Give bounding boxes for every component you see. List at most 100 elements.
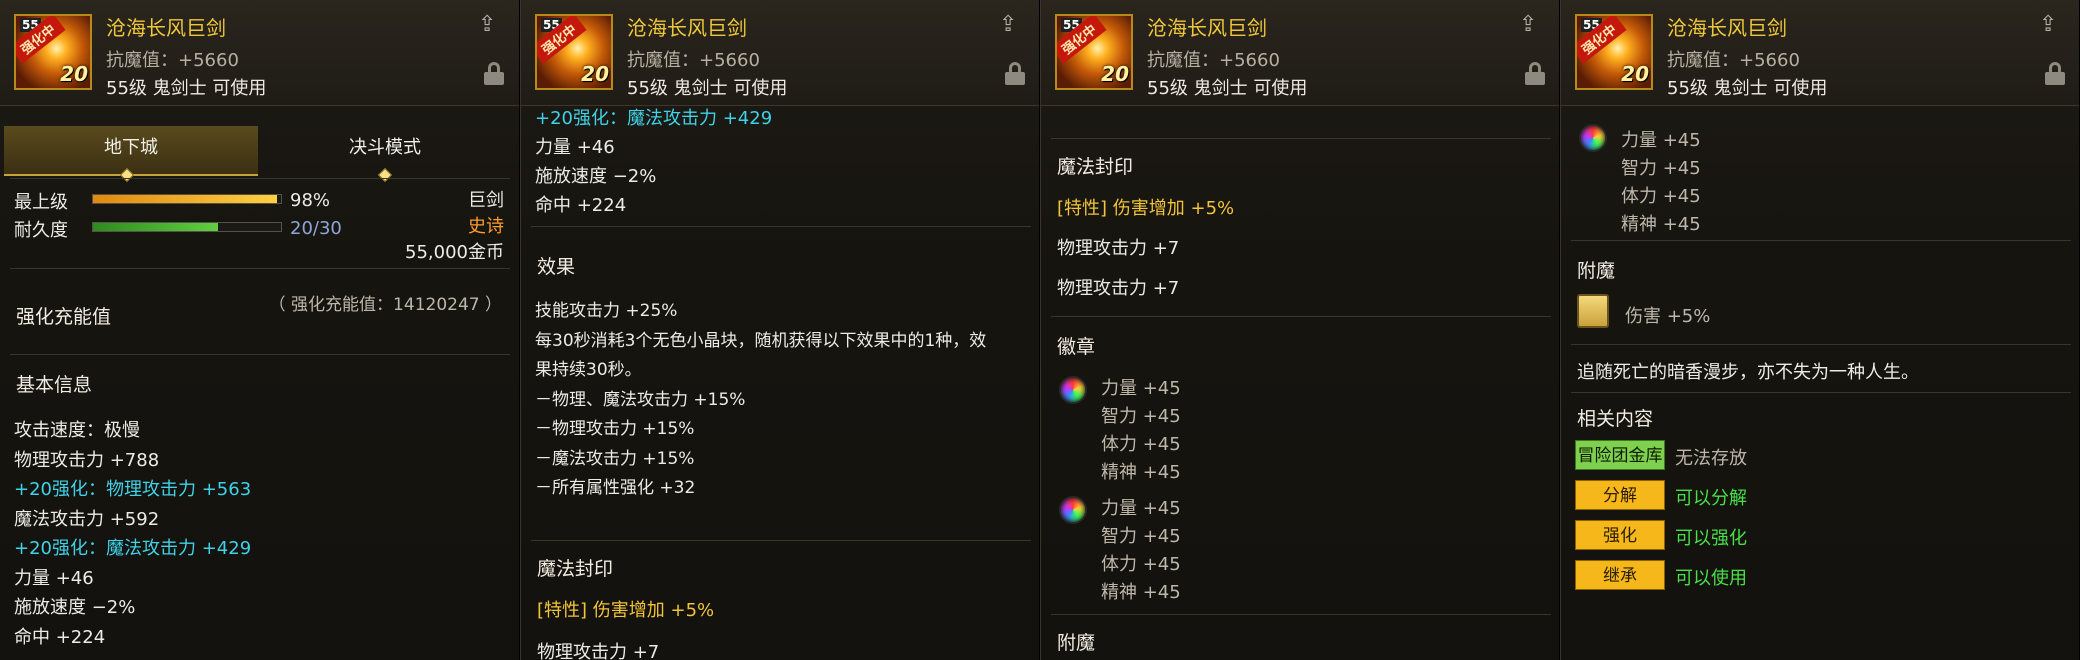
emblem-stat: 体力 +45 (1621, 186, 1701, 207)
item-icon: 55 强化中 20 (14, 14, 92, 90)
item-icon: 55 强化中 20 (535, 14, 613, 90)
emblem-stat: 智力 +45 (1101, 406, 1181, 427)
item-resist: 抗魔值：+5660 (627, 50, 760, 71)
grade-bar (92, 194, 282, 204)
enchant-header: 附魔 (1577, 260, 1616, 282)
effect-line: 技能攻击力 +25% (535, 301, 678, 321)
related-status: 可以强化 (1675, 528, 1747, 549)
emblem-stat: 精神 +45 (1101, 462, 1181, 483)
seal-line: [特性] 伤害增加 +5% (1057, 198, 1235, 219)
related-button[interactable]: 分解 (1575, 480, 1665, 510)
item-icon: 55 强化中 20 (1575, 14, 1653, 90)
emblem-stat: 智力 +45 (1101, 526, 1181, 547)
lock-icon[interactable] (1005, 62, 1025, 85)
tooltip-panel-3: 55 强化中 20 沧海长风巨剑 抗魔值：+5660 55级 鬼剑士 可使用 ⇪… (1040, 0, 1560, 660)
stat-line: 命中 +224 (535, 195, 627, 216)
item-name: 沧海长风巨剑 (627, 16, 747, 40)
stat-line: 力量 +46 (14, 567, 94, 589)
durability-value: 20/30 (290, 218, 342, 239)
emblem-stat: 智力 +45 (1621, 158, 1701, 179)
grade-value: 98% (290, 190, 331, 211)
share-icon[interactable]: ⇪ (1519, 14, 1547, 36)
tooltip-panel-2: 55 强化中 20 沧海长风巨剑 抗魔值：+5660 55级 鬼剑士 可使用 ⇪… (520, 0, 1040, 660)
item-rarity: 史诗 (468, 216, 504, 237)
effect-line: －所有属性强化 +32 (535, 478, 696, 498)
item-icon-plus: 20 (60, 62, 88, 86)
stat-line: 命中 +224 (14, 626, 106, 648)
emblem-stat: 精神 +45 (1621, 214, 1701, 235)
item-name: 沧海长风巨剑 (1147, 16, 1267, 40)
durability-label: 耐久度 (14, 220, 68, 241)
item-requirement: 55级 鬼剑士 可使用 (106, 78, 267, 99)
tooltip-strip: 55 强化中 20 沧海长风巨剑 抗魔值：+5660 55级 鬼剑士 可使用 ⇪… (0, 0, 2080, 660)
tooltip-panel-4: 55 强化中 20 沧海长风巨剑 抗魔值：+5660 55级 鬼剑士 可使用 ⇪… (1560, 0, 2080, 660)
stat-line: 魔法攻击力 +592 (14, 508, 160, 530)
emblem-stat: 体力 +45 (1101, 434, 1181, 455)
lock-icon[interactable] (1525, 62, 1545, 85)
enchant-line: 伤害 +5% (1625, 306, 1711, 327)
share-icon[interactable]: ⇪ (478, 14, 506, 36)
panel-2-body: +20强化：魔法攻击力 +429 力量 +46 施放速度 −2% 命中 +224 效果… (521, 108, 1039, 660)
share-icon[interactable]: ⇪ (999, 14, 1027, 36)
basic-info-header: 基本信息 (16, 374, 93, 396)
durability-bar (92, 222, 282, 232)
charge-value: （ 强化充能值：14120247 ） (268, 295, 502, 315)
stat-line: 攻击速度：极慢 (14, 420, 140, 441)
stat-line: 物理攻击力 +788 (14, 449, 160, 471)
item-header: 55 强化中 20 沧海长风巨剑 抗魔值：+5660 55级 鬼剑士 可使用 ⇪ (0, 0, 519, 106)
seal-stat: 物理攻击力 +7 (1057, 238, 1180, 259)
emblem-header: 徽章 (1057, 336, 1096, 358)
lock-icon[interactable] (2045, 62, 2065, 85)
item-resist: 抗魔值：+5660 (1667, 50, 1800, 71)
rainbow-emblem-icon (1059, 376, 1087, 404)
item-name: 沧海长风巨剑 (1667, 16, 1787, 40)
rainbow-emblem-icon (1059, 496, 1087, 524)
stat-line: +20强化：物理攻击力 +563 (14, 479, 252, 500)
related-button[interactable]: 强化 (1575, 520, 1665, 550)
grade-label: 最上级 (14, 192, 68, 213)
stat-line: 施放速度 −2% (535, 166, 657, 187)
seal-line: [特性] 伤害增加 +5% (537, 600, 715, 621)
enchant-header: 附魔 (1057, 632, 1096, 654)
effect-line: 每30秒消耗3个无色小晶块，随机获得以下效果中的1种，效 (535, 330, 987, 351)
effect-line: －物理、魔法攻击力 +15% (535, 389, 746, 410)
panel-3-body: 魔法封印 [特性] 伤害增加 +5% 物理攻击力 +7 物理攻击力 +7 徽章 … (1041, 108, 1559, 660)
seal-header: 魔法封印 (1057, 156, 1134, 178)
item-header: 55 强化中 20 沧海长风巨剑 抗魔值：+5660 55级 鬼剑士 可使用 ⇪ (521, 0, 1039, 106)
item-resist: 抗魔值：+5660 (1147, 50, 1280, 71)
item-header: 55 强化中 20 沧海长风巨剑 抗魔值：+5660 55级 鬼剑士 可使用 ⇪ (1561, 0, 2079, 106)
item-icon: 55 强化中 20 (1055, 14, 1133, 90)
related-button[interactable]: 继承 (1575, 560, 1665, 590)
stat-line: 力量 +46 (535, 137, 615, 158)
seal-stat-cut: 物理攻击力 +7 (537, 642, 660, 660)
seal-header: 魔法封印 (537, 558, 614, 580)
effect-line: 果持续30秒。 (535, 360, 642, 380)
enchant-card-icon (1577, 294, 1609, 328)
charge-label: 强化充能值 (16, 306, 112, 328)
stat-line: +20强化：魔法攻击力 +429 (535, 108, 773, 129)
effect-line: －魔法攻击力 +15% (535, 448, 695, 469)
mode-tabs: 地下城 决斗模式 (4, 126, 512, 183)
effect-line: －物理攻击力 +15% (535, 419, 695, 439)
tab-dungeon[interactable]: 地下城 (4, 126, 258, 176)
item-requirement: 55级 鬼剑士 可使用 (627, 78, 788, 99)
stat-line: +20强化：魔法攻击力 +429 (14, 538, 252, 559)
emblem-stat: 力量 +45 (1101, 498, 1181, 519)
related-button[interactable]: 冒险团金库 (1575, 440, 1665, 470)
effect-header: 效果 (537, 256, 576, 278)
share-icon[interactable]: ⇪ (2039, 14, 2067, 36)
seal-stat: 物理攻击力 +7 (1057, 278, 1180, 299)
item-icon-plus: 20 (1621, 62, 1649, 86)
rainbow-emblem-icon (1579, 124, 1607, 152)
emblem-stat: 精神 +45 (1101, 582, 1181, 603)
panel-1-body: 地下城 决斗模式 最上级 98% 耐久度 20/30 巨剑 史诗 55,000金… (0, 108, 519, 660)
flavor-text: 追随死亡的暗香漫步，亦不失为一种人生。 (1577, 362, 1919, 383)
item-header: 55 强化中 20 沧海长风巨剑 抗魔值：+5660 55级 鬼剑士 可使用 ⇪ (1041, 0, 1559, 106)
item-requirement: 55级 鬼剑士 可使用 (1667, 78, 1828, 99)
lock-icon[interactable] (484, 62, 504, 85)
stat-line: 施放速度 −2% (14, 597, 136, 618)
related-header: 相关内容 (1577, 408, 1654, 430)
item-type: 巨剑 (468, 190, 504, 211)
related-status: 可以使用 (1675, 568, 1747, 589)
item-resist: 抗魔值：+5660 (106, 50, 239, 71)
